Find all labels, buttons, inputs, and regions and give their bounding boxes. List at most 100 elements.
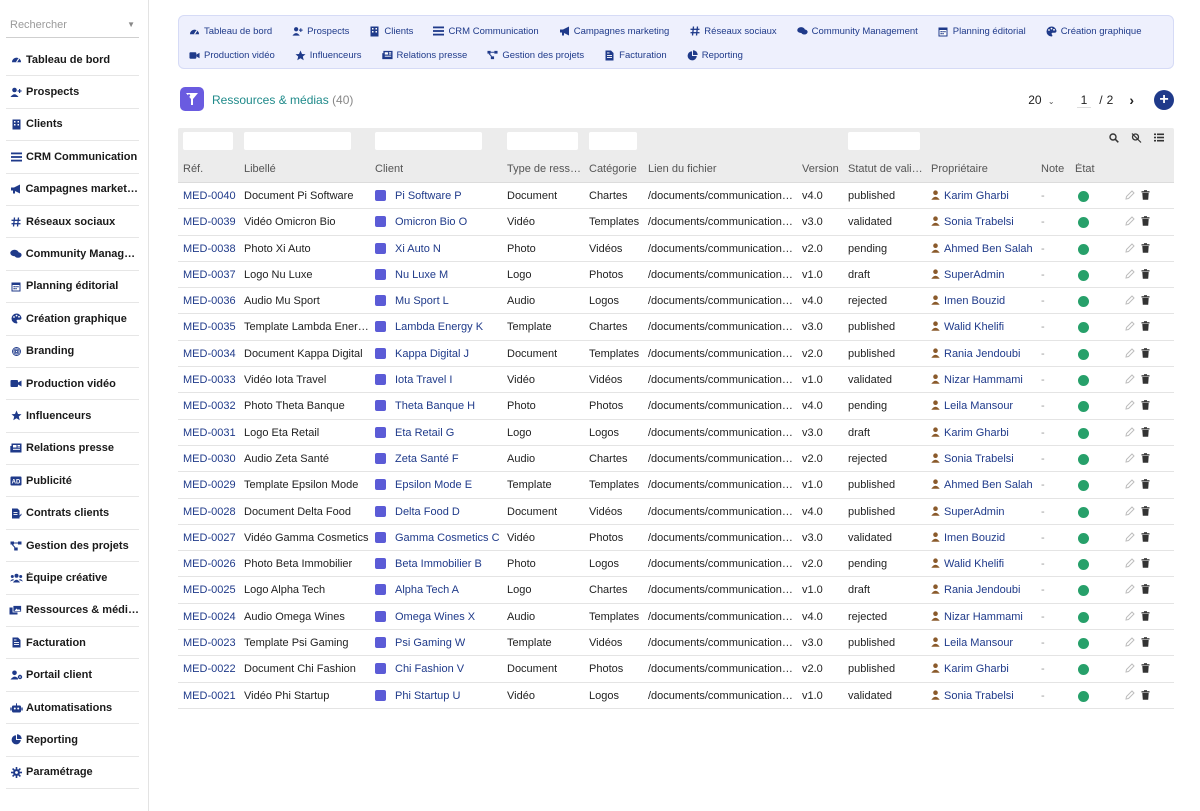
- cell-owner[interactable]: Karim Gharbi: [931, 427, 1009, 440]
- trash-icon[interactable]: [1141, 347, 1150, 361]
- trash-icon[interactable]: [1141, 400, 1150, 413]
- edit-pencil-icon[interactable]: [1125, 216, 1135, 229]
- cell-owner[interactable]: Sonia Trabelsi: [931, 216, 1014, 229]
- sidebar-item-users[interactable]: Équipe créative: [6, 562, 139, 595]
- cell-owner[interactable]: Imen Bouzid: [931, 532, 1005, 545]
- sidebar-item-fingerprint[interactable]: Branding: [6, 336, 139, 368]
- trash-icon[interactable]: [1141, 689, 1150, 703]
- column-header[interactable]: Note: [1041, 163, 1064, 175]
- cell-client[interactable]: Pi Software P: [375, 190, 462, 202]
- edit-pencil-icon[interactable]: [1125, 242, 1135, 256]
- cell-owner[interactable]: Leila Mansour: [931, 637, 1013, 650]
- filter-input-category[interactable]: [589, 132, 637, 150]
- top-nav-link-user-plus[interactable]: Prospects: [292, 26, 349, 37]
- sidebar-item-comments[interactable]: Community Manage…: [6, 238, 139, 271]
- trash-icon[interactable]: [1141, 242, 1150, 256]
- table-row[interactable]: MED-0032 Photo Theta Banque Theta Banque H…: [178, 393, 1174, 420]
- cell-client[interactable]: Beta Immobilier B: [375, 558, 482, 570]
- cell-ref[interactable]: MED-0023: [183, 637, 236, 649]
- cell-owner[interactable]: Walid Khelifi: [931, 558, 1004, 571]
- cell-owner[interactable]: Imen Bouzid: [931, 295, 1005, 308]
- cell-ref[interactable]: MED-0024: [183, 611, 236, 623]
- filter-input-label[interactable]: [244, 132, 351, 150]
- cell-client[interactable]: Eta Retail G: [375, 426, 454, 439]
- sidebar-item-dashboard[interactable]: Tableau de bord: [6, 44, 139, 77]
- column-header[interactable]: Libellé: [244, 163, 276, 175]
- cell-client[interactable]: Delta Food D: [375, 505, 460, 518]
- edit-pencil-icon[interactable]: [1125, 190, 1135, 203]
- edit-pencil-icon[interactable]: [1125, 426, 1135, 440]
- table-row[interactable]: MED-0024 Audio Omega Wines Omega Wines X Au…: [178, 604, 1174, 631]
- edit-pencil-icon[interactable]: [1125, 295, 1135, 308]
- sidebar-item-megaphone[interactable]: Campagnes marketing: [6, 174, 139, 206]
- edit-pencil-icon[interactable]: [1125, 689, 1135, 703]
- cell-client[interactable]: Lambda Energy K: [375, 321, 483, 333]
- edit-pencil-icon[interactable]: [1125, 374, 1135, 387]
- cell-ref[interactable]: MED-0038: [183, 243, 236, 255]
- cell-ref[interactable]: MED-0028: [183, 506, 236, 518]
- table-row[interactable]: MED-0025 Logo Alpha Tech Alpha Tech A Logo C…: [178, 577, 1174, 604]
- cell-ref[interactable]: MED-0031: [183, 427, 236, 439]
- cell-client[interactable]: Gamma Cosmetics C: [375, 531, 500, 544]
- table-row[interactable]: MED-0034 Document Kappa Digital Kappa Digi…: [178, 341, 1174, 368]
- column-header[interactable]: Catégorie: [589, 163, 637, 175]
- top-nav-link-invoice[interactable]: Facturation: [604, 50, 667, 61]
- sidebar-item-palette[interactable]: Création graphique: [6, 303, 139, 336]
- top-nav-link-calendar[interactable]: Planning éditorial: [938, 26, 1026, 37]
- trash-icon[interactable]: [1141, 584, 1150, 597]
- sidebar-item-hashtag[interactable]: Réseaux sociaux: [6, 206, 139, 239]
- cell-ref[interactable]: MED-0039: [183, 216, 236, 228]
- cell-client[interactable]: Psi Gaming W: [375, 637, 465, 649]
- table-row[interactable]: MED-0028 Document Delta Food Delta Food D D…: [178, 499, 1174, 525]
- edit-pencil-icon[interactable]: [1125, 532, 1135, 545]
- filter-input-status[interactable]: [848, 132, 920, 150]
- table-row[interactable]: MED-0031 Logo Eta Retail Eta Retail G Logo L…: [178, 420, 1174, 446]
- cell-owner[interactable]: Walid Khelifi: [931, 321, 1004, 334]
- cell-client[interactable]: Phi Startup U: [375, 689, 460, 702]
- next-page-button[interactable]: ›: [1129, 92, 1134, 108]
- cell-client[interactable]: Alpha Tech A: [375, 584, 459, 596]
- sidebar-item-robot[interactable]: Automatisations: [6, 692, 139, 725]
- cell-owner[interactable]: Karim Gharbi: [931, 190, 1009, 203]
- table-row[interactable]: MED-0039 Vidéo Omicron Bio Omicron Bio O Vi…: [178, 209, 1174, 236]
- sidebar-item-ad[interactable]: AD Publicité: [6, 465, 139, 498]
- add-record-button[interactable]: +: [1154, 90, 1174, 110]
- edit-pencil-icon[interactable]: [1125, 505, 1135, 519]
- sidebar-item-photo-video[interactable]: Ressources & médias: [6, 595, 139, 628]
- column-list-icon[interactable]: [1154, 133, 1164, 146]
- table-row[interactable]: MED-0021 Vidéo Phi Startup Phi Startup U Vi…: [178, 683, 1174, 709]
- sidebar-item-star[interactable]: Influenceurs: [6, 400, 139, 433]
- top-nav-link-video[interactable]: Production vidéo: [189, 50, 275, 61]
- cell-owner[interactable]: Rania Jendoubi: [931, 584, 1020, 597]
- column-header[interactable]: Client: [375, 163, 403, 175]
- sidebar-item-newspaper[interactable]: Relations presse: [6, 433, 139, 466]
- edit-pencil-icon[interactable]: [1125, 663, 1135, 676]
- table-row[interactable]: MED-0026 Photo Beta Immobilier Beta Immobi…: [178, 551, 1174, 578]
- current-page-input[interactable]: 1: [1076, 93, 1092, 108]
- table-row[interactable]: MED-0036 Audio Mu Sport Mu Sport L Audio Log…: [178, 288, 1174, 315]
- table-row[interactable]: MED-0030 Audio Zeta Santé Zeta Santé F Audi…: [178, 446, 1174, 473]
- table-row[interactable]: MED-0027 Vidéo Gamma Cosmetics Gamma Cosme…: [178, 525, 1174, 552]
- column-header[interactable]: Réf.: [183, 163, 203, 175]
- top-nav-link-building[interactable]: Clients: [369, 26, 413, 37]
- cell-client[interactable]: Xi Auto N: [375, 242, 441, 255]
- cell-ref[interactable]: MED-0032: [183, 400, 236, 412]
- sidebar-item-video[interactable]: Production vidéo: [6, 368, 139, 401]
- cell-owner[interactable]: SuperAdmin: [931, 269, 1005, 282]
- cell-owner[interactable]: Nizar Hammami: [931, 374, 1023, 387]
- table-row[interactable]: MED-0023 Template Psi Gaming Psi Gaming W T…: [178, 630, 1174, 657]
- cell-client[interactable]: Omega Wines X: [375, 610, 475, 623]
- cell-owner[interactable]: Ahmed Ben Salah: [931, 479, 1033, 492]
- top-nav-link-project-diagram[interactable]: Gestion des projets: [487, 50, 584, 61]
- cell-ref[interactable]: MED-0029: [183, 479, 236, 491]
- column-header[interactable]: Propriétaire: [931, 163, 988, 175]
- trash-icon[interactable]: [1141, 558, 1150, 571]
- edit-pencil-icon[interactable]: [1125, 584, 1135, 597]
- table-row[interactable]: MED-0037 Logo Nu Luxe Nu Luxe M Logo Photos /…: [178, 262, 1174, 289]
- top-nav-link-list[interactable]: CRM Communication: [433, 26, 539, 37]
- top-nav-link-star[interactable]: Influenceurs: [295, 50, 362, 61]
- table-row[interactable]: MED-0022 Document Chi Fashion Chi Fashion …: [178, 656, 1174, 683]
- cell-client[interactable]: Nu Luxe M: [375, 268, 448, 281]
- clear-filter-icon[interactable]: [1131, 133, 1142, 146]
- edit-pencil-icon[interactable]: [1125, 611, 1135, 624]
